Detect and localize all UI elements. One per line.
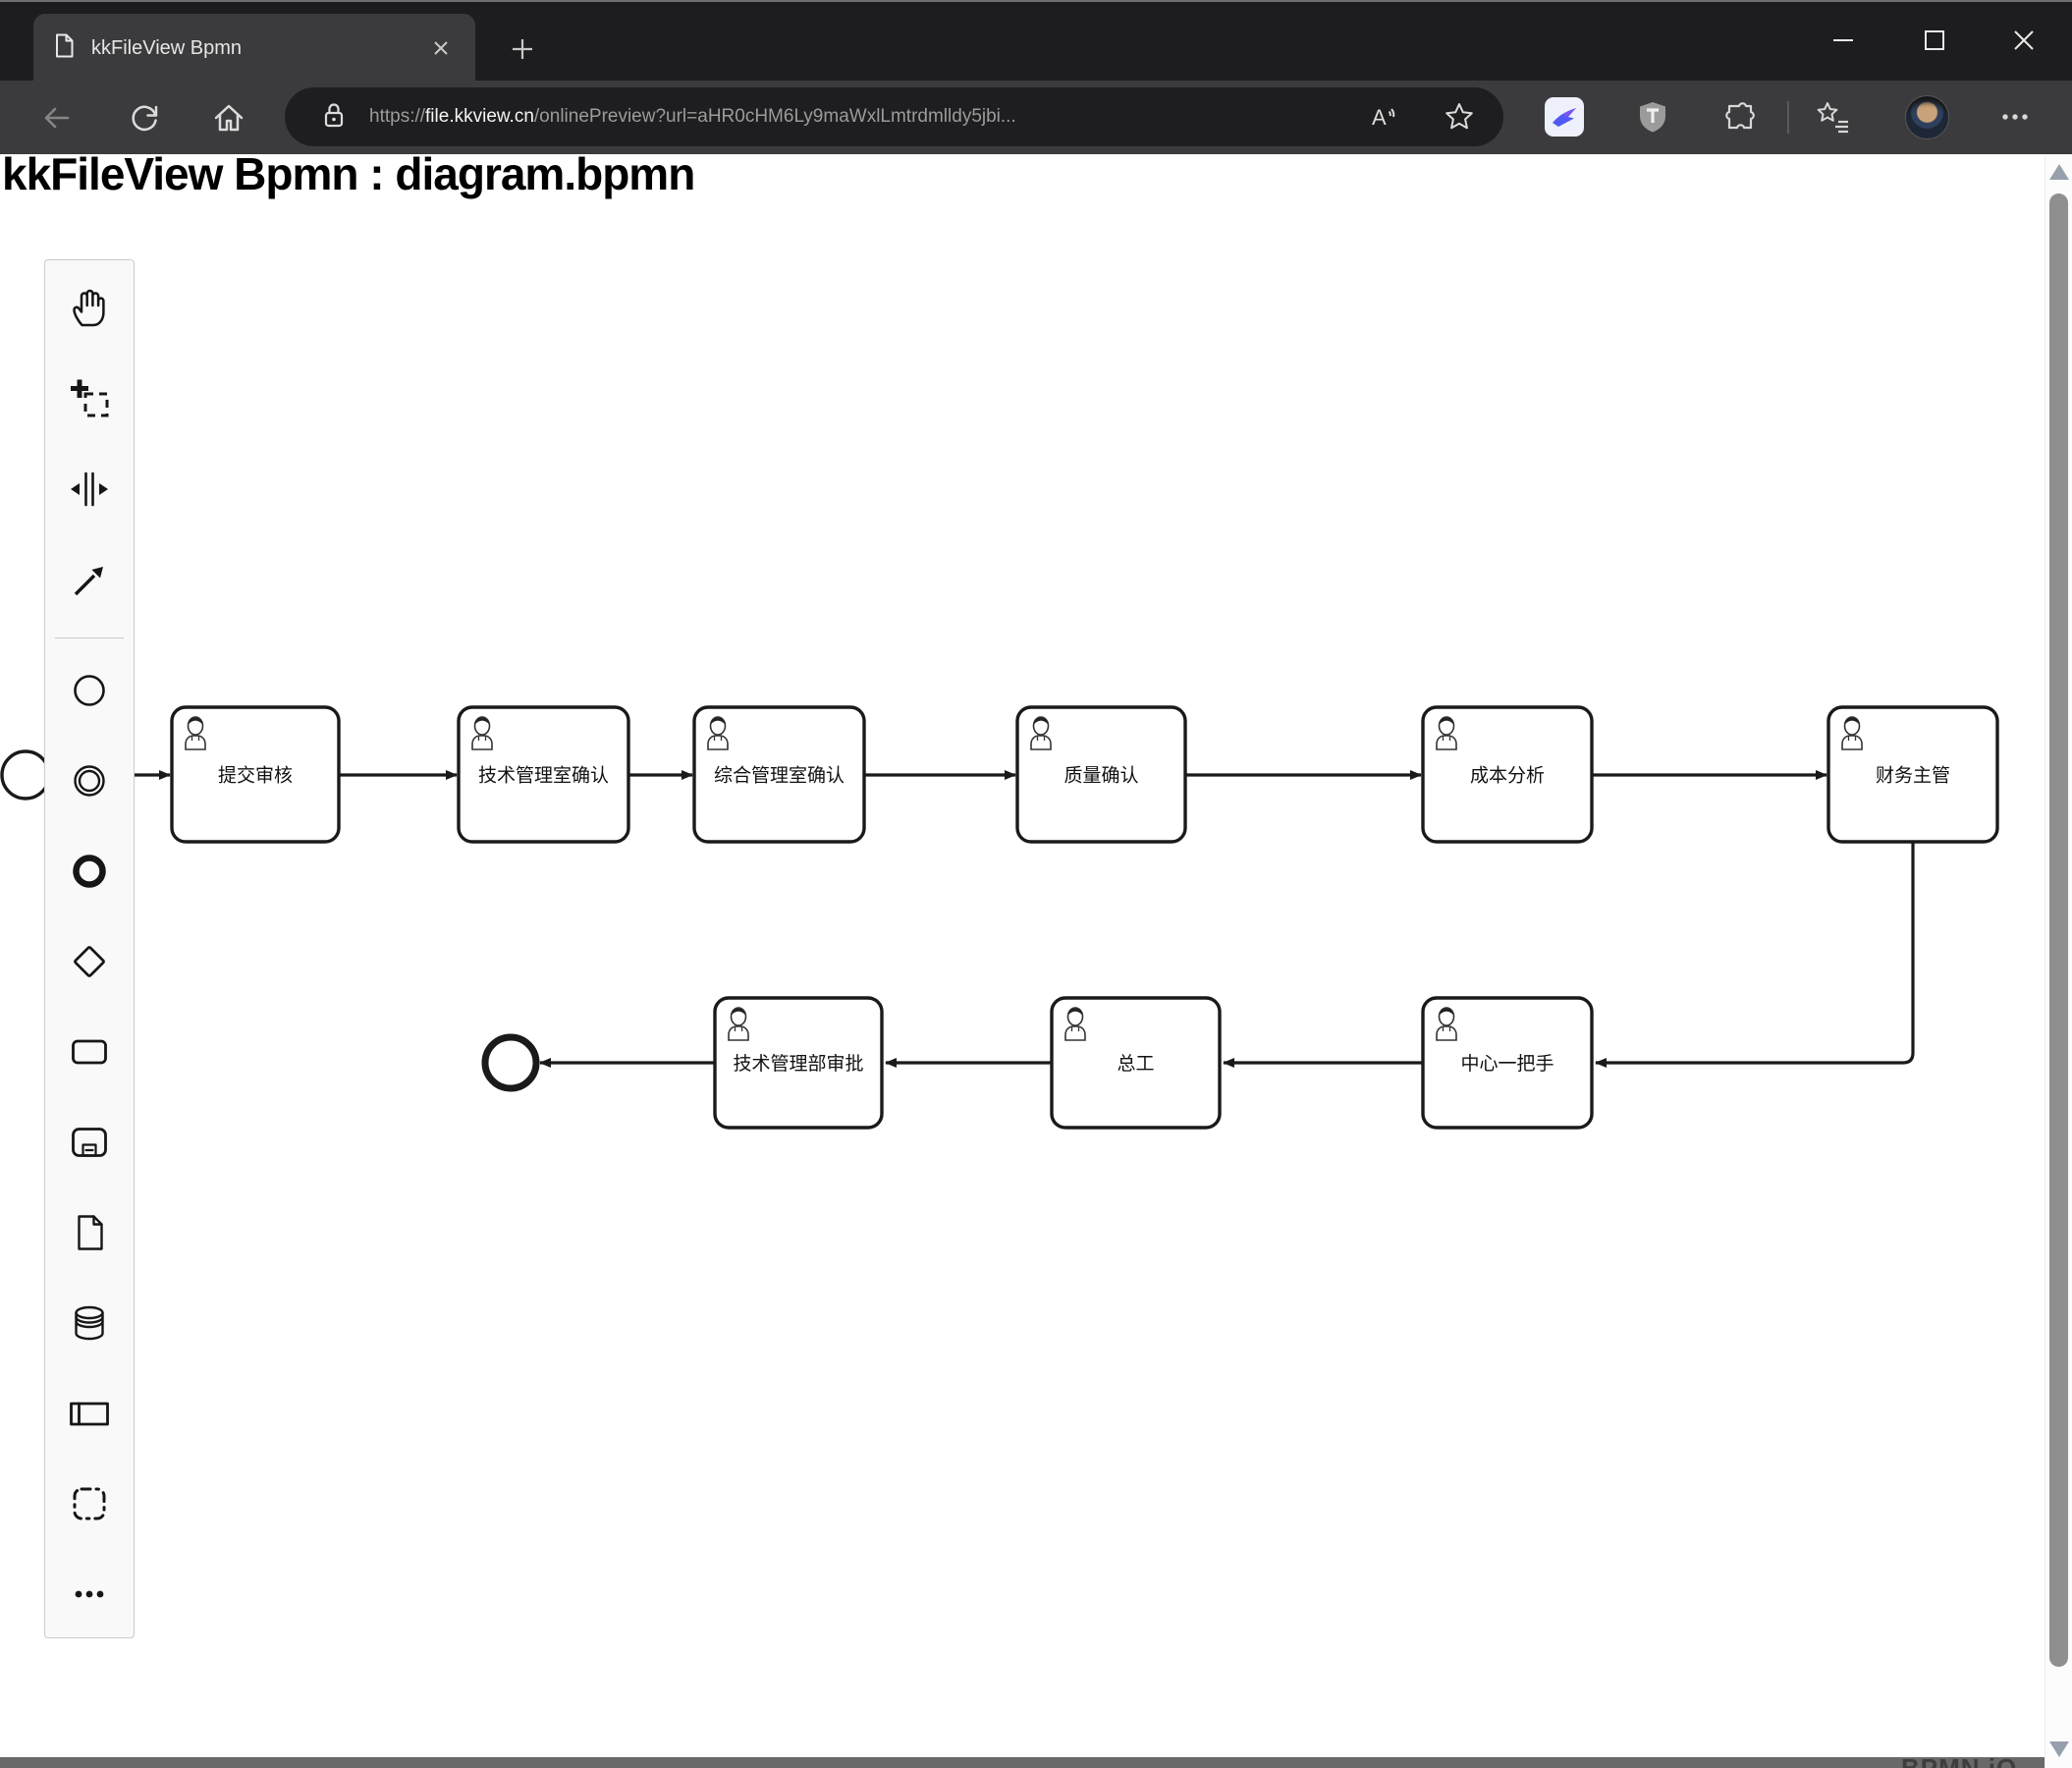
url-path: /onlinePreview?url=aHR0cHM6Ly9maWxlLmtrd… (533, 106, 1016, 127)
browser-window: kkFileView Bpmn https://file.kkview.cn/o… (0, 0, 2072, 1768)
refresh-icon[interactable] (125, 98, 164, 138)
bird-extension-icon[interactable] (1545, 97, 1584, 137)
palette-palette-more-icon[interactable] (67, 1572, 112, 1617)
palette-create-intermediate-event-icon[interactable] (67, 758, 112, 803)
tab-close-icon[interactable] (424, 31, 458, 65)
palette-create-task-icon[interactable] (67, 1029, 112, 1075)
window-minimize-button[interactable] (1811, 10, 1876, 71)
palette-global-connect-tool-icon[interactable] (67, 558, 112, 603)
bpmn-user-task[interactable]: 综合管理室确认 (692, 705, 866, 844)
palette-create-data-store-icon[interactable] (67, 1300, 112, 1346)
bpmn-user-task[interactable]: 技术管理部审批 (713, 996, 884, 1130)
bpmn-user-task[interactable]: 成本分析 (1421, 705, 1594, 844)
bpmn-user-task[interactable]: 提交审核 (170, 705, 341, 844)
extensions-puzzle-icon[interactable] (1720, 97, 1760, 137)
settings-dots-icon[interactable] (1995, 97, 2035, 137)
bpmn-user-task[interactable]: 总工 (1050, 996, 1222, 1130)
bpmn-user-task[interactable]: 质量确认 (1015, 705, 1187, 844)
window-maximize-button[interactable] (1902, 10, 1967, 71)
task-label: 成本分析 (1470, 765, 1545, 787)
bpmn-palette (44, 259, 135, 1638)
palette-hand-tool-icon[interactable] (67, 285, 112, 330)
palette-create-gateway-icon[interactable] (67, 939, 112, 984)
task-label: 技术管理部审批 (733, 1053, 863, 1075)
palette-space-tool-icon[interactable] (67, 467, 112, 512)
task-label: 财务主管 (1876, 765, 1950, 787)
palette-create-group-icon[interactable] (67, 1481, 112, 1526)
browser-tab[interactable]: kkFileView Bpmn (33, 14, 475, 83)
palette-lasso-tool-icon[interactable] (67, 375, 112, 420)
window-close-button[interactable] (1991, 10, 2056, 71)
task-label: 总工 (1117, 1053, 1154, 1075)
sequence-flow[interactable] (1595, 842, 1915, 1068)
scroll-down-arrow-icon[interactable] (2049, 1741, 2069, 1757)
tampermonkey-shield-icon[interactable] (1633, 97, 1672, 137)
address-bar[interactable]: https://file.kkview.cn/onlinePreview?url… (285, 87, 1503, 146)
palette-create-participant-icon[interactable] (67, 1391, 112, 1436)
url-scheme: https:// (369, 106, 426, 127)
scroll-up-arrow-icon[interactable] (2049, 164, 2069, 180)
toolbar-separator (1787, 101, 1789, 134)
palette-create-start-event-icon[interactable] (67, 668, 112, 713)
bpmn-io-watermark[interactable]: BPMN.iO (1901, 1753, 2017, 1768)
palette-create-subprocess-icon[interactable] (67, 1120, 112, 1165)
horizontal-scrollbar-thumb[interactable] (0, 1757, 2045, 1768)
task-label: 中心一把手 (1460, 1053, 1554, 1075)
palette-separator (55, 637, 124, 638)
svg-text:A: A (1372, 105, 1387, 130)
new-tab-button[interactable] (503, 29, 542, 69)
back-icon[interactable] (36, 98, 76, 138)
palette-create-data-object-icon[interactable] (67, 1210, 112, 1255)
tab-favicon-document-icon (51, 32, 78, 64)
task-label: 技术管理室确认 (478, 765, 609, 787)
task-label: 提交审核 (218, 765, 293, 787)
favorites-hub-icon[interactable] (1814, 97, 1853, 137)
url-text[interactable]: https://file.kkview.cn/onlinePreview?url… (369, 106, 1016, 128)
vertical-scrollbar-thumb[interactable] (2049, 193, 2068, 1667)
favorite-star-icon[interactable] (1442, 99, 1477, 135)
read-aloud-icon[interactable]: A (1366, 99, 1401, 135)
home-icon[interactable] (209, 98, 248, 138)
task-label: 质量确认 (1063, 765, 1138, 787)
bpmn-canvas[interactable]: 提交审核 技术管理室确认 综合管理室确认 质量确认 成本分析 财务主管中心一把手 总工 技术管… (0, 154, 2072, 1768)
browser-titlebar: kkFileView Bpmn (0, 0, 2072, 83)
tab-title: kkFileView Bpmn (91, 36, 243, 59)
bpmn-user-task[interactable]: 中心一把手 (1421, 996, 1594, 1130)
bpmn-start-event[interactable] (0, 749, 51, 801)
lock-icon[interactable] (316, 97, 352, 138)
bpmn-user-task[interactable]: 财务主管 (1827, 705, 1999, 844)
palette-create-end-event-icon[interactable] (67, 849, 112, 894)
bpmn-end-event[interactable] (481, 1033, 540, 1092)
url-domain: file.kkview.cn (425, 106, 534, 127)
browser-toolbar: https://file.kkview.cn/onlinePreview?url… (0, 81, 2072, 154)
profile-avatar[interactable] (1905, 95, 1949, 139)
vertical-scrollbar[interactable] (2045, 154, 2072, 1768)
task-label: 综合管理室确认 (714, 765, 845, 787)
bpmn-user-task[interactable]: 技术管理室确认 (457, 705, 630, 844)
